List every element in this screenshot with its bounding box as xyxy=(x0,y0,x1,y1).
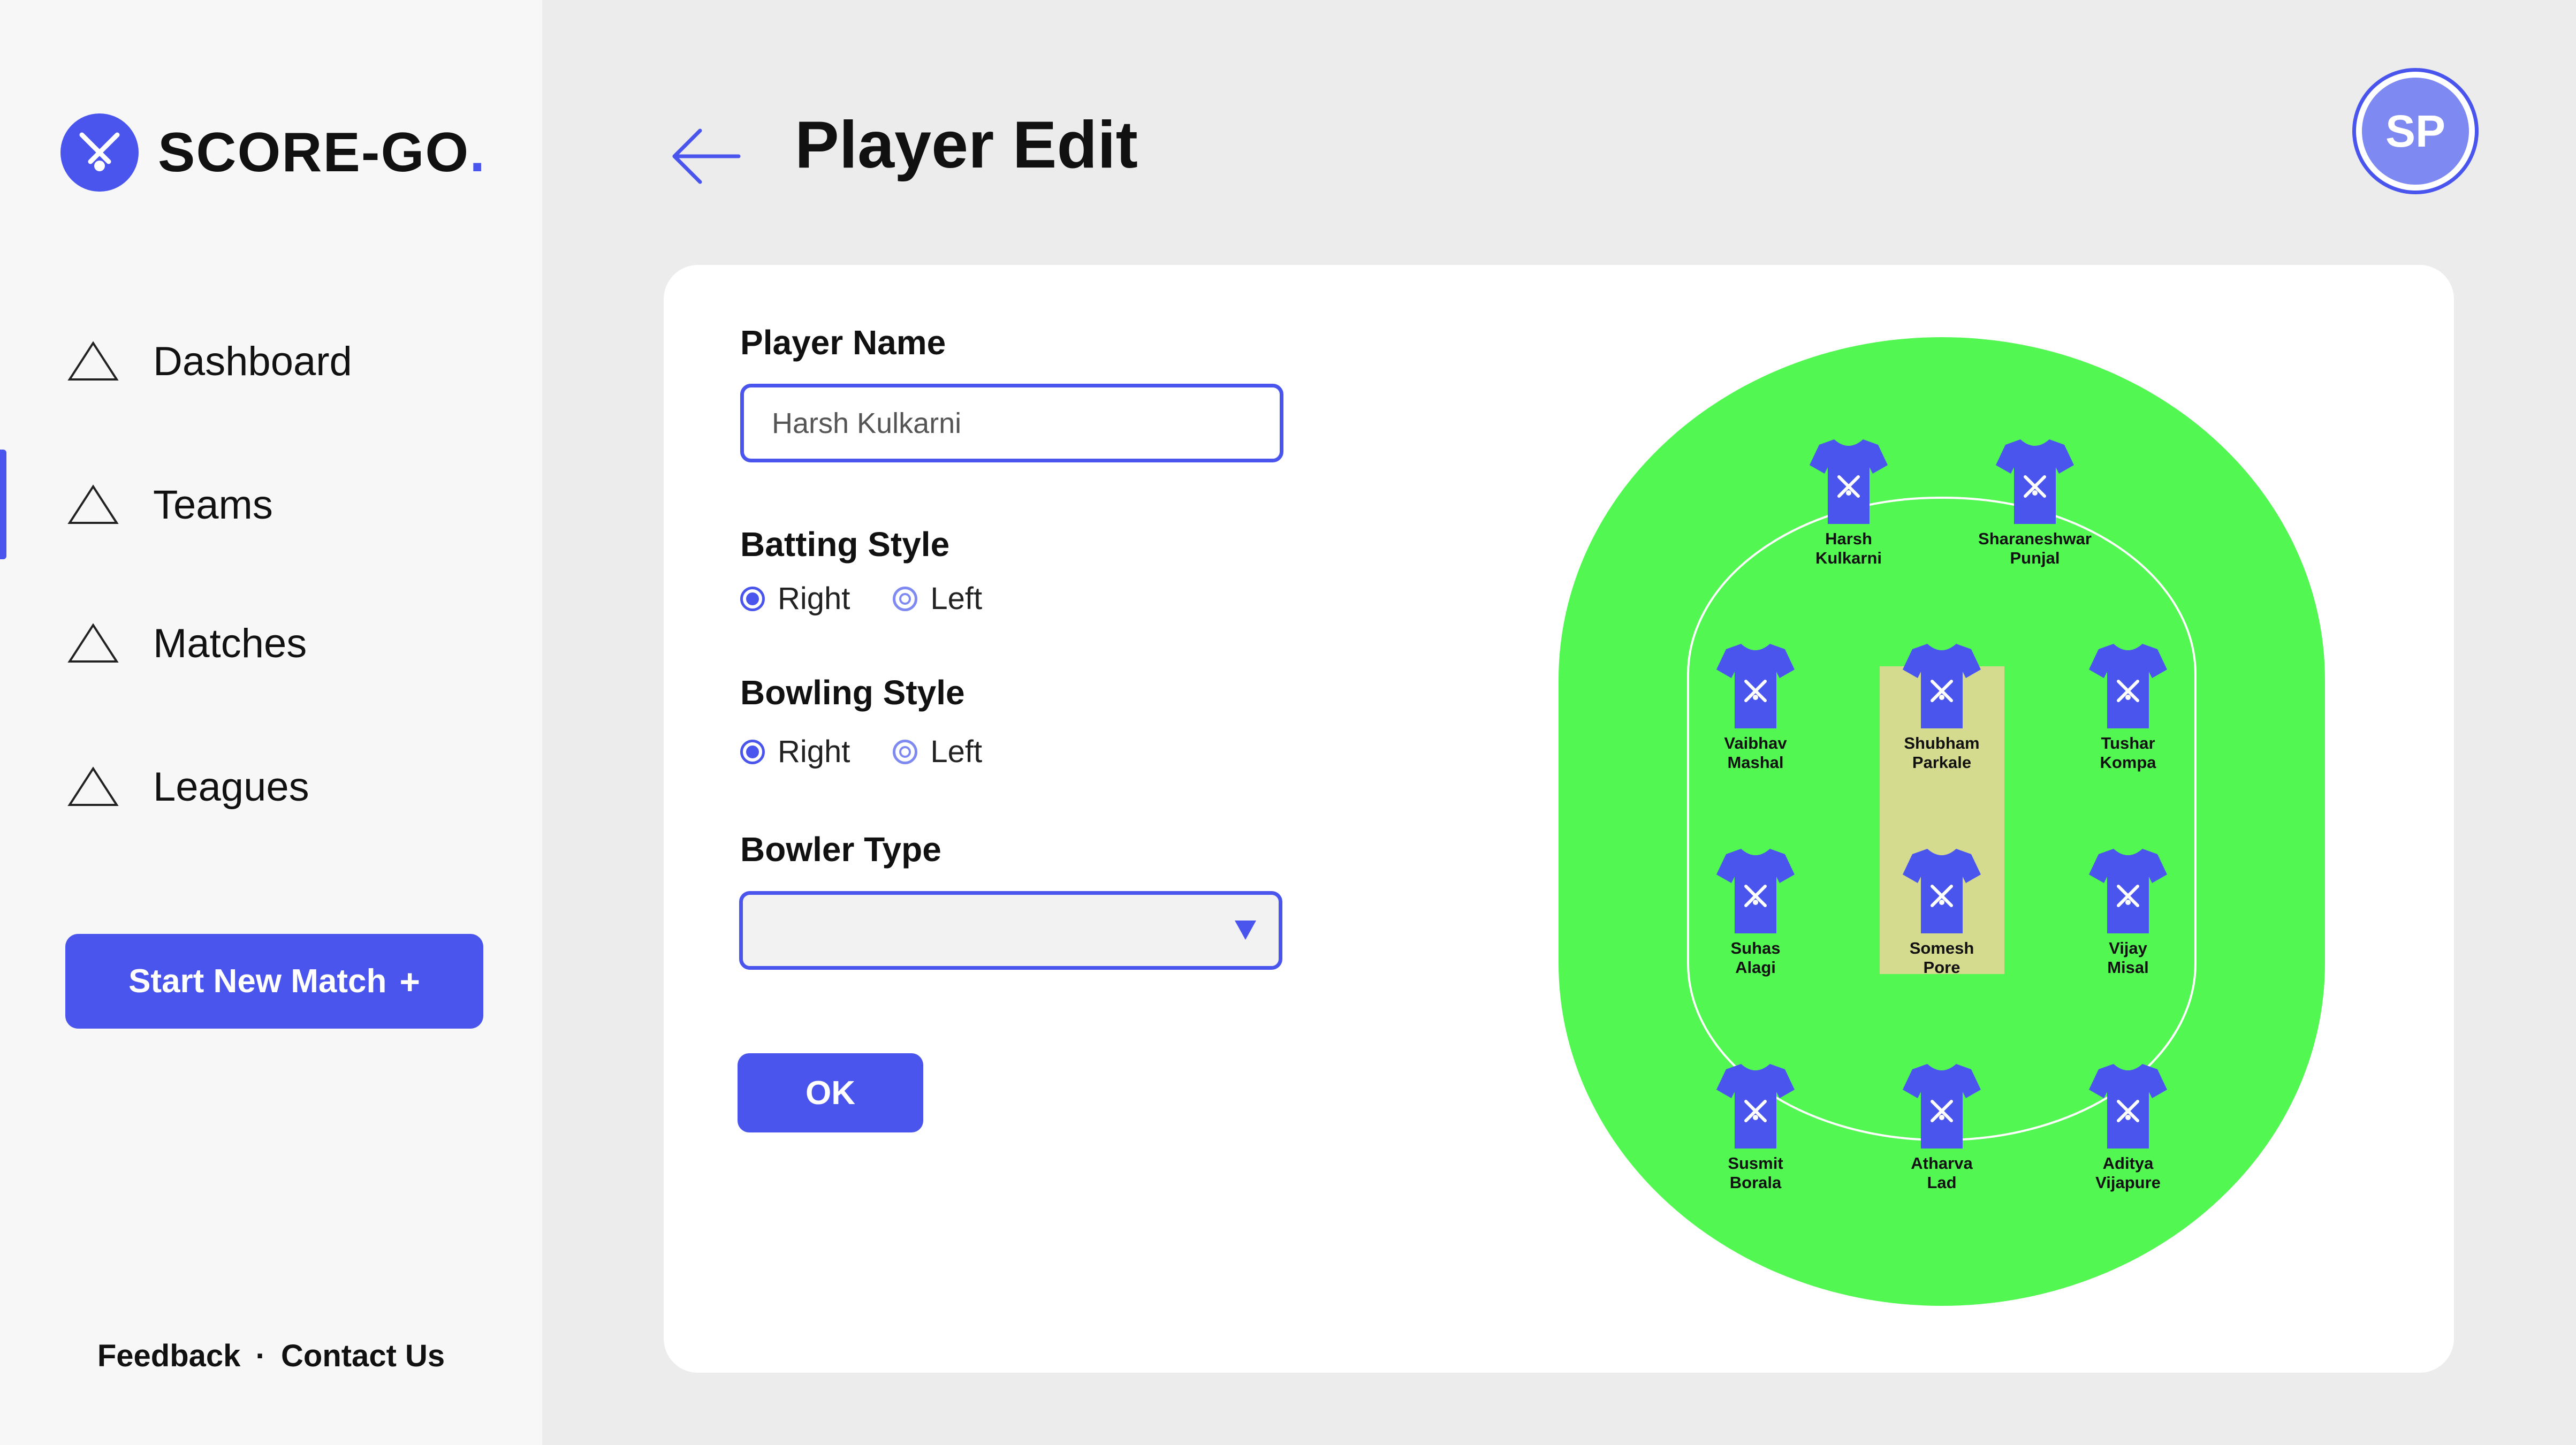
radio-checked-icon xyxy=(740,739,765,764)
sidebar-item-label: Leagues xyxy=(153,764,309,810)
jersey-icon xyxy=(1716,1064,1795,1149)
player-name: Atharva Lad xyxy=(1911,1154,1973,1192)
ok-button[interactable]: OK xyxy=(738,1053,923,1132)
triangle-icon xyxy=(67,765,121,808)
radio-label: Right xyxy=(778,734,850,769)
triangle-icon xyxy=(67,340,121,383)
player-name: Tushar Kompa xyxy=(2100,734,2156,772)
radio-label: Left xyxy=(930,581,983,616)
player-marker[interactable]: Atharva Lad xyxy=(1867,1060,2017,1192)
sidebar-item-teams[interactable]: Teams xyxy=(67,473,273,537)
jersey-icon xyxy=(2089,849,2167,933)
chevron-down-icon xyxy=(1235,921,1256,940)
triangle-icon xyxy=(67,483,121,526)
radio-unchecked-icon xyxy=(893,739,918,764)
jersey-icon xyxy=(2089,1064,2167,1149)
radio-label: Right xyxy=(778,581,850,616)
player-marker[interactable]: Suhas Alagi xyxy=(1681,845,1830,977)
player-name: Shubham Parkale xyxy=(1904,734,1980,772)
player-name: Sharaneshwar Punjal xyxy=(1978,529,2092,567)
bowler-type-label: Bowler Type xyxy=(740,830,941,869)
brand-name: SCORE-GO. xyxy=(158,121,486,185)
jersey-icon xyxy=(1903,644,1981,728)
sidebar-item-label: Dashboard xyxy=(153,338,352,384)
brand-text: SCORE-GO xyxy=(158,121,470,184)
bowling-style-label: Bowling Style xyxy=(740,673,965,712)
bowling-right-radio[interactable]: Right xyxy=(740,734,850,770)
brand[interactable]: SCORE-GO. xyxy=(60,113,486,192)
triangle-icon xyxy=(67,622,121,665)
player-name: Harsh Kulkarni xyxy=(1815,529,1882,567)
player-marker[interactable]: Somesh Pore xyxy=(1867,845,2017,977)
ok-button-label: OK xyxy=(806,1074,855,1112)
player-marker[interactable]: Vaibhav Mashal xyxy=(1681,640,1830,772)
player-edit-card: Player Name Batting Style Right Left Bow… xyxy=(664,265,2454,1373)
plus-icon: + xyxy=(399,961,420,1001)
player-name: Suhas Alagi xyxy=(1730,939,1781,977)
player-name: Vijay Misal xyxy=(2107,939,2149,977)
player-marker[interactable]: Tushar Kompa xyxy=(2053,640,2203,772)
batting-right-radio[interactable]: Right xyxy=(740,581,850,617)
page-title: Player Edit xyxy=(795,108,1138,182)
cricket-field: Harsh Kulkarni Sharaneshwar Punjal Vaibh… xyxy=(1559,337,2325,1306)
player-marker[interactable]: Harsh Kulkarni xyxy=(1774,435,1924,568)
footer-separator: · xyxy=(255,1338,266,1373)
avatar[interactable]: SP xyxy=(2352,68,2479,194)
jersey-icon xyxy=(1716,849,1795,933)
player-name: Susmit Borala xyxy=(1728,1154,1783,1192)
player-marker[interactable]: Vijay Misal xyxy=(2053,845,2203,977)
player-name: Somesh Pore xyxy=(1909,939,1974,977)
radio-checked-icon xyxy=(740,586,765,611)
player-name: Aditya Vijapure xyxy=(2095,1154,2161,1192)
nav-active-indicator xyxy=(0,450,6,559)
brand-dot: . xyxy=(469,121,487,184)
jersey-icon xyxy=(1903,849,1981,933)
sidebar: SCORE-GO. Dashboard Teams Matches League… xyxy=(0,0,542,1445)
radio-label: Left xyxy=(930,734,983,769)
batting-style-label: Batting Style xyxy=(740,525,950,564)
jersey-icon xyxy=(1903,1064,1981,1149)
radio-unchecked-icon xyxy=(893,586,918,611)
jersey-icon xyxy=(1810,439,1888,524)
contact-us-link[interactable]: Contact Us xyxy=(281,1338,445,1374)
jersey-icon xyxy=(2089,644,2167,728)
start-new-match-button[interactable]: Start New Match + xyxy=(65,934,483,1029)
batting-left-radio[interactable]: Left xyxy=(893,581,982,617)
sidebar-item-matches[interactable]: Matches xyxy=(67,611,307,675)
bowling-style-radio-group: Right Left xyxy=(740,734,1025,770)
sidebar-item-dashboard[interactable]: Dashboard xyxy=(67,329,352,393)
player-marker[interactable]: Sharaneshwar Punjal xyxy=(1960,435,2110,568)
back-arrow-icon[interactable] xyxy=(669,119,744,194)
player-marker[interactable]: Shubham Parkale xyxy=(1867,640,2017,772)
player-name-input[interactable] xyxy=(740,384,1283,462)
sidebar-footer: Feedback · Contact Us xyxy=(0,1338,542,1374)
sidebar-item-label: Teams xyxy=(153,482,273,528)
player-marker[interactable]: Aditya Vijapure xyxy=(2053,1060,2203,1192)
avatar-initials: SP xyxy=(2362,78,2469,185)
feedback-link[interactable]: Feedback xyxy=(97,1338,241,1374)
player-marker[interactable]: Susmit Borala xyxy=(1681,1060,1830,1192)
batting-style-radio-group: Right Left xyxy=(740,581,1025,617)
sidebar-item-label: Matches xyxy=(153,620,307,666)
sidebar-item-leagues[interactable]: Leagues xyxy=(67,755,309,819)
bowling-left-radio[interactable]: Left xyxy=(893,734,982,770)
cricket-bat-ball-icon xyxy=(60,113,139,192)
start-new-match-label: Start New Match xyxy=(128,963,387,1000)
bowler-type-select[interactable] xyxy=(739,891,1282,970)
jersey-icon xyxy=(1996,439,2074,524)
player-name-label: Player Name xyxy=(740,323,946,362)
jersey-icon xyxy=(1716,644,1795,728)
player-name: Vaibhav Mashal xyxy=(1724,734,1787,772)
